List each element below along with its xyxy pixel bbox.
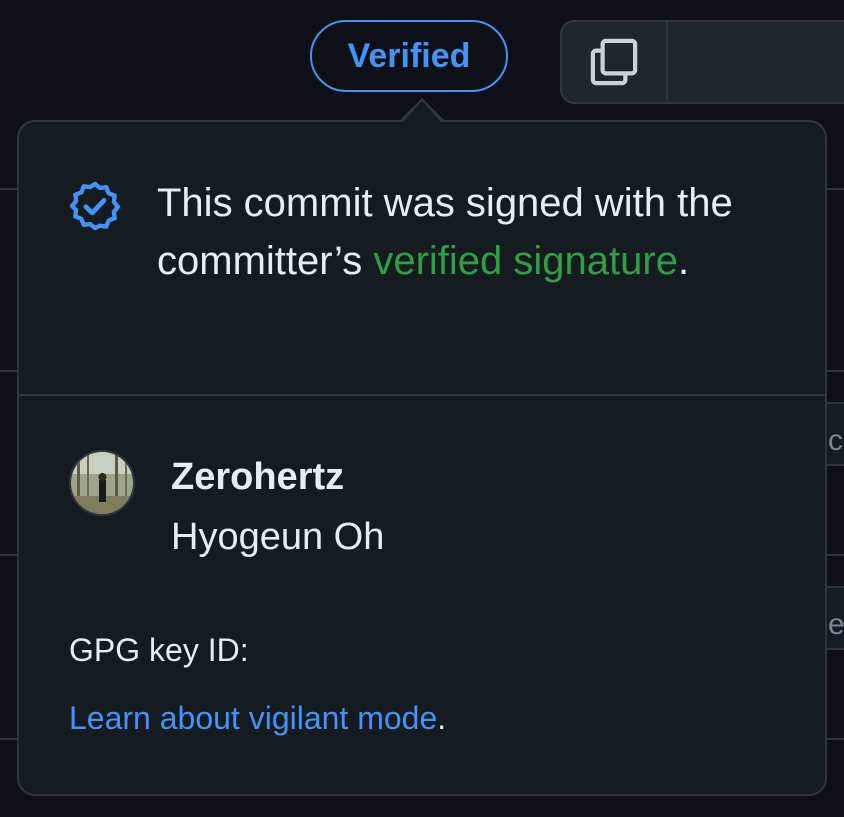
signature-message: This commit was signed with the committe… bbox=[157, 174, 757, 290]
gpg-key-label: GPG key ID: bbox=[69, 632, 249, 668]
verified-check-icon bbox=[69, 181, 121, 231]
vigilant-mode-link[interactable]: Learn about vigilant mode bbox=[69, 700, 437, 736]
verified-badge[interactable]: Verified bbox=[310, 20, 508, 92]
signature-popover: This commit was signed with the committe… bbox=[17, 120, 827, 796]
copy-icon bbox=[590, 38, 638, 86]
committer-username[interactable]: Zerohertz bbox=[171, 456, 344, 499]
copy-button[interactable] bbox=[562, 22, 668, 102]
vigilant-mode-suffix: . bbox=[437, 700, 447, 736]
avatar-photo bbox=[71, 452, 133, 514]
background-edge-text: c bbox=[828, 424, 843, 457]
background-edge-text: e bbox=[828, 608, 844, 641]
verified-badge-label: Verified bbox=[347, 36, 471, 75]
signature-message-suffix: . bbox=[677, 239, 690, 283]
popover-caret-fill bbox=[403, 101, 441, 122]
gpg-key-row: GPG key ID: bbox=[69, 632, 249, 669]
committer-full-name: Hyogeun Oh bbox=[171, 516, 385, 558]
commit-actions-group bbox=[560, 20, 844, 104]
verified-signature-link[interactable]: verified signature bbox=[373, 239, 678, 283]
vigilant-mode-row: Learn about vigilant mode. bbox=[69, 700, 446, 737]
popover-header: This commit was signed with the committe… bbox=[19, 122, 825, 396]
avatar[interactable] bbox=[69, 450, 135, 516]
